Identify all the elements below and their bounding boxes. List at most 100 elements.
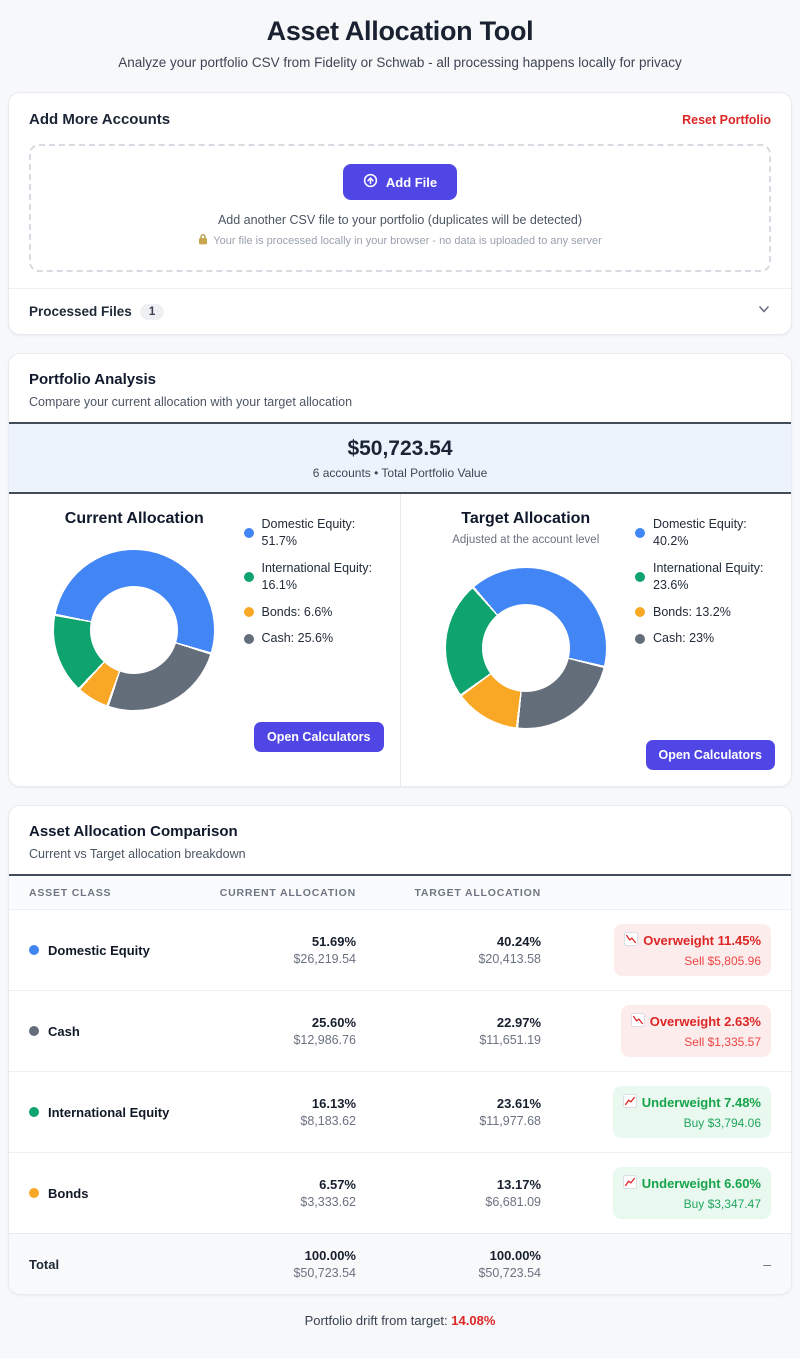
processed-files-toggle[interactable]: Processed Files 1 (9, 288, 791, 334)
action-label: Buy $3,794.06 (623, 1116, 761, 1130)
legend-item: Cash: 23% (635, 630, 775, 647)
current-amount: $26,219.54 (206, 952, 356, 966)
status-label: Underweight 7.48% (642, 1095, 761, 1110)
target-allocation-panel: Target Allocation Adjusted at the accoun… (400, 494, 792, 786)
target-amount: $11,651.19 (356, 1033, 541, 1047)
total-target-amount: $50,723.54 (356, 1266, 541, 1280)
column-header-asset-class: ASSET CLASS (29, 887, 206, 899)
current-allocation-legend: Domestic Equity: 51.7% International Equ… (244, 510, 384, 710)
legend-label: Bonds: 13.2% (653, 604, 731, 621)
action-label: Buy $3,347.47 (623, 1197, 761, 1211)
table-total-row: Total 100.00% $50,723.54 100.00% $50,723… (9, 1233, 791, 1294)
asset-dot (29, 1107, 39, 1117)
status-label: Overweight 11.45% (643, 933, 761, 948)
page-header: Asset Allocation Tool Analyze your portf… (0, 0, 800, 92)
dropzone-caption: Add another CSV file to your portfolio (… (47, 213, 753, 227)
total-label: Total (29, 1257, 206, 1272)
target-amount: $20,413.58 (356, 952, 541, 966)
legend-dot (244, 572, 254, 582)
current-allocation-donut (54, 550, 214, 710)
legend-label: International Equity: 16.1% (262, 560, 384, 594)
current-pct: 6.57% (206, 1177, 356, 1192)
chevron-down-icon[interactable] (757, 302, 771, 321)
legend-label: Cash: 25.6% (262, 630, 334, 647)
chart-down-icon (631, 1013, 645, 1030)
total-target-pct: 100.00% (356, 1248, 541, 1263)
legend-dot (635, 634, 645, 644)
asset-dot (29, 1026, 39, 1036)
target-allocation-legend: Domestic Equity: 40.2% International Equ… (635, 510, 775, 728)
portfolio-analysis-subtitle: Compare your current allocation with you… (29, 395, 771, 409)
portfolio-analysis-title: Portfolio Analysis (29, 371, 771, 388)
action-label: Sell $5,805.96 (624, 954, 761, 968)
legend-dot (635, 607, 645, 617)
table-row: International Equity 16.13% $8,183.62 23… (9, 1071, 791, 1152)
target-allocation-title: Target Allocation (417, 510, 636, 528)
current-allocation-panel: Current Allocation Domestic Equity: 51.7… (9, 494, 400, 786)
status-badge: Overweight 11.45% Sell $5,805.96 (614, 924, 771, 976)
legend-item: Bonds: 6.6% (244, 604, 384, 621)
column-header-target: TARGET ALLOCATION (356, 887, 541, 899)
privacy-note-text: Your file is processed locally in your b… (213, 235, 601, 247)
target-allocation-subtitle: Adjusted at the account level (417, 534, 636, 546)
file-dropzone[interactable]: Add File Add another CSV file to your po… (29, 144, 771, 272)
add-file-label: Add File (386, 175, 437, 190)
portfolio-drift: Portfolio drift from target: 14.08% (0, 1313, 800, 1328)
target-pct: 13.17% (356, 1177, 541, 1192)
asset-name: Domestic Equity (48, 943, 150, 958)
table-header-row: ASSET CLASS CURRENT ALLOCATION TARGET AL… (9, 876, 791, 909)
target-amount: $6,681.09 (356, 1195, 541, 1209)
legend-item: International Equity: 16.1% (244, 560, 384, 594)
reset-portfolio-button[interactable]: Reset Portfolio (682, 113, 771, 127)
drift-label: Portfolio drift from target: (305, 1313, 448, 1328)
legend-item: Bonds: 13.2% (635, 604, 775, 621)
drift-value: 14.08% (451, 1313, 495, 1328)
target-pct: 23.61% (356, 1096, 541, 1111)
current-pct: 51.69% (206, 934, 356, 949)
legend-label: International Equity: 23.6% (653, 560, 775, 594)
legend-label: Domestic Equity: 51.7% (262, 516, 384, 550)
legend-label: Bonds: 6.6% (262, 604, 333, 621)
legend-item: International Equity: 23.6% (635, 560, 775, 594)
legend-item: Domestic Equity: 51.7% (244, 516, 384, 550)
status-label: Underweight 6.60% (642, 1176, 761, 1191)
status-label: Overweight 2.63% (650, 1014, 761, 1029)
legend-dot (244, 634, 254, 644)
chart-up-icon (623, 1094, 637, 1111)
open-calculators-button[interactable]: Open Calculators (646, 740, 776, 770)
legend-item: Cash: 25.6% (244, 630, 384, 647)
comparison-card: Asset Allocation Comparison Current vs T… (8, 805, 792, 1295)
table-row: Cash 25.60% $12,986.76 22.97% $11,651.19… (9, 990, 791, 1071)
chart-down-icon (624, 932, 638, 949)
processed-files-count-badge: 1 (140, 304, 164, 320)
column-header-current: CURRENT ALLOCATION (206, 887, 356, 899)
table-row: Bonds 6.57% $3,333.62 13.17% $6,681.09 U… (9, 1152, 791, 1233)
current-pct: 25.60% (206, 1015, 356, 1030)
target-pct: 22.97% (356, 1015, 541, 1030)
target-amount: $11,977.68 (356, 1114, 541, 1128)
action-label: Sell $1,335.57 (631, 1035, 761, 1049)
table-row: Domestic Equity 51.69% $26,219.54 40.24%… (9, 909, 791, 990)
asset-name: Cash (48, 1024, 80, 1039)
asset-name: International Equity (48, 1105, 169, 1120)
comparison-subtitle: Current vs Target allocation breakdown (29, 847, 771, 861)
open-calculators-button[interactable]: Open Calculators (254, 722, 384, 752)
legend-dot (635, 572, 645, 582)
upload-icon (363, 173, 378, 191)
legend-dot (635, 528, 645, 538)
portfolio-analysis-card: Portfolio Analysis Compare your current … (8, 353, 792, 787)
total-current-pct: 100.00% (206, 1248, 356, 1263)
legend-dot (244, 607, 254, 617)
asset-name: Bonds (48, 1186, 88, 1201)
current-amount: $8,183.62 (206, 1114, 356, 1128)
portfolio-total-caption: 6 accounts • Total Portfolio Value (19, 466, 781, 480)
current-amount: $3,333.62 (206, 1195, 356, 1209)
add-file-button[interactable]: Add File (343, 164, 457, 200)
comparison-title: Asset Allocation Comparison (29, 823, 771, 840)
status-badge: Underweight 7.48% Buy $3,794.06 (613, 1086, 771, 1138)
asset-dot (29, 1188, 39, 1198)
privacy-note: Your file is processed locally in your b… (198, 233, 601, 248)
status-badge: Underweight 6.60% Buy $3,347.47 (613, 1167, 771, 1219)
total-action-dash: – (541, 1256, 771, 1272)
processed-files-label: Processed Files (29, 304, 132, 319)
